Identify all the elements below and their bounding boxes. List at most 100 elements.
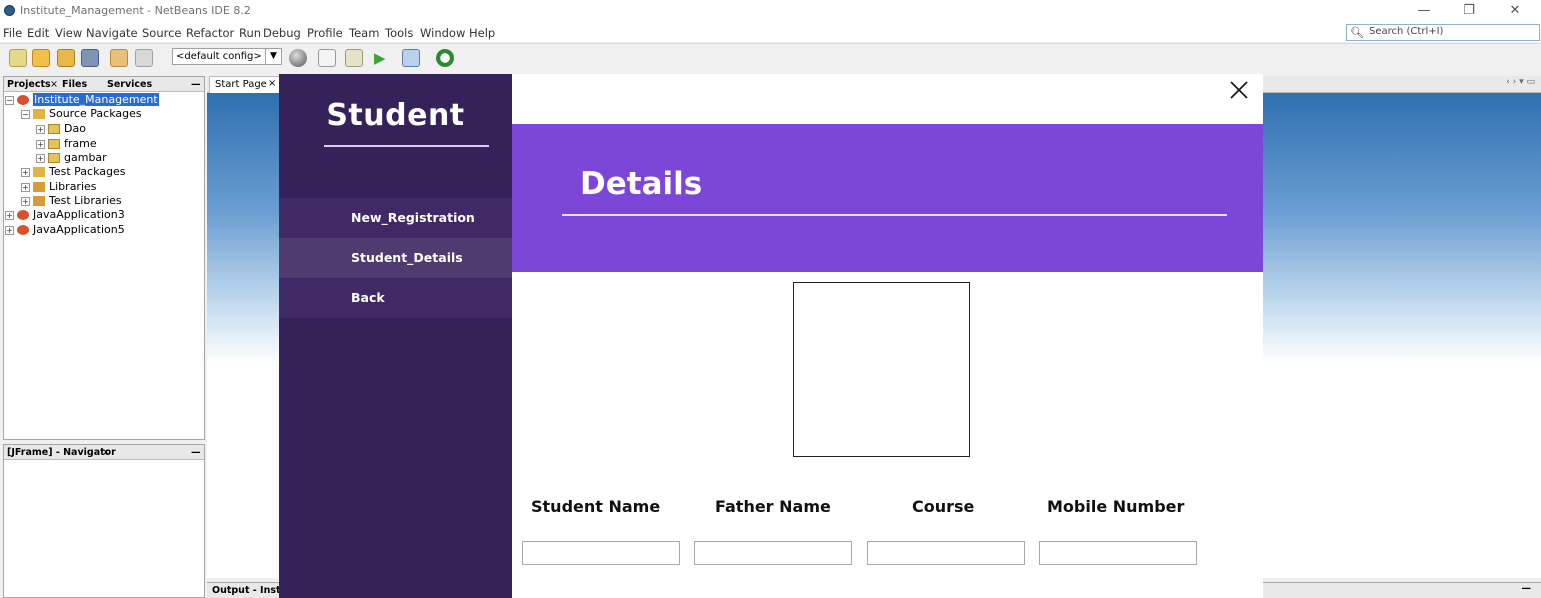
sidebar-item-label: Student_Details: [351, 250, 463, 265]
tab-label: Start Page: [215, 79, 267, 90]
close-icon[interactable]: [1227, 78, 1251, 102]
details-header: Details: [512, 124, 1263, 272]
profile-icon[interactable]: [436, 49, 454, 67]
tree-label: Test Packages: [49, 165, 126, 178]
tree-node-project[interactable]: − Institute_Management: [5, 93, 159, 107]
chevron-down-icon: ▼: [265, 49, 281, 64]
restore-button[interactable]: ❐: [1449, 2, 1489, 20]
expand-icon[interactable]: +: [36, 139, 45, 149]
tree-label: Libraries: [49, 180, 97, 193]
tree-label: JavaApplication5: [33, 223, 125, 236]
expand-icon[interactable]: +: [21, 196, 30, 206]
search-placeholder: Search (Ctrl+I): [1369, 26, 1444, 37]
tree-node-package-gambar[interactable]: + gambar: [36, 151, 107, 165]
tree-label: JavaApplication3: [33, 208, 125, 221]
menu-tools[interactable]: Tools: [385, 26, 413, 40]
father-name-label: Father Name: [715, 497, 831, 516]
tree-label: frame: [64, 137, 97, 150]
sidebar-item-new-registration[interactable]: New_Registration: [279, 198, 512, 238]
sidebar-title: Student: [326, 98, 465, 133]
project-icon: [17, 210, 29, 220]
expand-icon[interactable]: +: [5, 225, 14, 235]
projects-tabs: Projects × Files Services —: [4, 77, 204, 92]
library-icon: [33, 182, 45, 192]
course-field[interactable]: [867, 541, 1025, 565]
tab-start-page[interactable]: Start Page ×: [209, 76, 281, 93]
expand-icon[interactable]: +: [36, 124, 45, 134]
save-all-icon[interactable]: [81, 49, 99, 67]
minimize-button[interactable]: —: [1404, 2, 1444, 20]
new-file-icon[interactable]: [9, 49, 27, 67]
tab-services[interactable]: Services: [107, 79, 152, 90]
menu-edit[interactable]: Edit: [27, 26, 49, 40]
tab-projects[interactable]: Projects: [7, 79, 51, 90]
menu-file[interactable]: File: [3, 26, 22, 40]
minimize-panel-icon[interactable]: —: [191, 447, 201, 458]
menu-team[interactable]: Team: [349, 26, 379, 40]
clean-build-icon[interactable]: [345, 49, 363, 67]
project-icon: [17, 95, 29, 105]
tree-node-javaapplication3[interactable]: + JavaApplication3: [5, 208, 125, 222]
debug-icon[interactable]: [402, 49, 420, 67]
expand-icon[interactable]: +: [5, 210, 14, 220]
collapse-icon[interactable]: −: [5, 95, 14, 105]
tab-navigator[interactable]: [JFrame] - Navigator: [7, 447, 116, 458]
collapse-icon[interactable]: −: [21, 109, 30, 119]
tree-node-javaapplication5[interactable]: + JavaApplication5: [5, 223, 125, 237]
tab-files[interactable]: Files: [62, 79, 87, 90]
new-project-icon[interactable]: [32, 49, 50, 67]
student-photo-box: [793, 282, 970, 457]
menu-window[interactable]: Window: [420, 26, 465, 40]
menu-help[interactable]: Help: [469, 26, 495, 40]
close-window-button[interactable]: ✕: [1495, 2, 1535, 20]
menu-source[interactable]: Source: [142, 26, 182, 40]
sidebar-item-back[interactable]: Back: [279, 278, 512, 318]
editor-window-controls[interactable]: ‹ › ▾ ▭: [1506, 77, 1535, 87]
menu-debug[interactable]: Debug: [263, 26, 301, 40]
minimize-panel-icon[interactable]: —: [191, 79, 201, 90]
search-icon: 🔍︎: [1350, 26, 1364, 39]
project-icon: [17, 225, 29, 235]
father-name-field[interactable]: [694, 541, 852, 565]
page-title: Details: [580, 166, 703, 202]
build-globe-icon[interactable]: [289, 49, 307, 67]
package-icon: [48, 139, 60, 149]
tree-node-source-packages[interactable]: − Source Packages: [21, 107, 142, 121]
open-project-icon[interactable]: [57, 49, 75, 67]
tree-node-test-libraries[interactable]: + Test Libraries: [21, 194, 122, 208]
close-icon[interactable]: ×: [102, 447, 110, 458]
tree-node-libraries[interactable]: + Libraries: [21, 180, 97, 194]
tree-node-package-dao[interactable]: + Dao: [36, 122, 86, 136]
config-select[interactable]: <default config> ▼: [172, 48, 282, 65]
expand-icon[interactable]: +: [21, 167, 30, 177]
library-icon: [33, 196, 45, 206]
course-label: Course: [912, 497, 975, 516]
tree-label: Test Libraries: [49, 194, 122, 207]
tree-label: Dao: [64, 122, 86, 135]
menu-profile[interactable]: Profile: [307, 26, 343, 40]
navigator-panel: [JFrame] - Navigator × —: [3, 444, 205, 598]
search-input[interactable]: 🔍︎ Search (Ctrl+I): [1346, 24, 1540, 41]
sidebar: Student New_Registration Student_Details…: [279, 74, 512, 598]
build-hammer-icon[interactable]: [318, 49, 336, 67]
sidebar-item-student-details[interactable]: Student_Details: [279, 238, 512, 278]
tree-node-package-frame[interactable]: + frame: [36, 137, 97, 151]
run-icon[interactable]: ▶: [374, 49, 392, 67]
undo-icon[interactable]: [110, 49, 128, 67]
expand-icon[interactable]: +: [21, 182, 30, 192]
menu-view[interactable]: View: [55, 26, 82, 40]
student-name-field[interactable]: [522, 541, 680, 565]
menu-run[interactable]: Run: [239, 26, 261, 40]
sidebar-item-label: New_Registration: [351, 210, 475, 225]
tree-node-test-packages[interactable]: + Test Packages: [21, 165, 125, 179]
menu-refactor[interactable]: Refactor: [186, 26, 234, 40]
menu-navigate[interactable]: Navigate: [86, 26, 138, 40]
minimize-panel-icon[interactable]: —: [1522, 583, 1532, 594]
package-icon: [48, 153, 60, 163]
expand-icon[interactable]: +: [36, 153, 45, 163]
close-icon[interactable]: ×: [50, 79, 58, 90]
mobile-number-field[interactable]: [1039, 541, 1197, 565]
close-icon[interactable]: ×: [268, 78, 276, 89]
redo-icon[interactable]: [135, 49, 153, 67]
window-title: Institute_Management - NetBeans IDE 8.2: [20, 4, 251, 17]
